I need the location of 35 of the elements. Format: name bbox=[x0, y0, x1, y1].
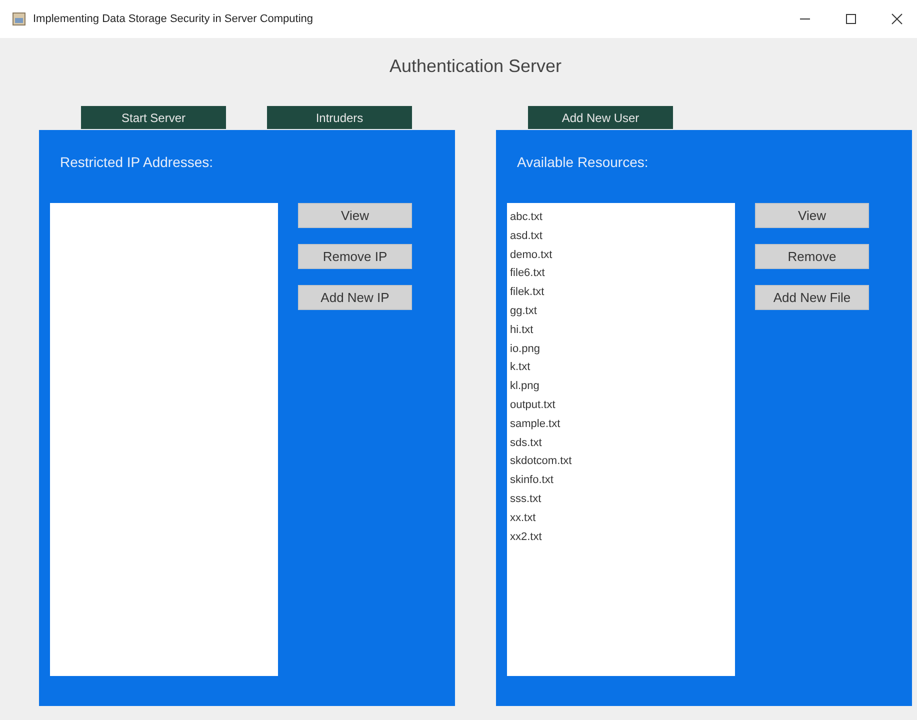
list-item[interactable]: skinfo.txt bbox=[510, 471, 732, 490]
list-box[interactable]: abc.txt asd.txt demo.txt file6.txt filek.txt gg.txt hi.txt io.png k.txt kl.png output.txt sample.txt sds.txt skdotcom.txt skinfo.txt sss.txt xx.txt xx2.txt bbox=[507, 203, 735, 676]
list-item[interactable]: gg.txt bbox=[510, 302, 732, 321]
page-heading: Authentication Server bbox=[388, 56, 563, 78]
list-item[interactable]: hi.txt bbox=[510, 320, 732, 340]
action-button[interactable]: View bbox=[755, 203, 869, 228]
list-item[interactable]: io.png bbox=[510, 340, 732, 358]
list-item[interactable]: xx.txt bbox=[510, 508, 732, 528]
list-item[interactable]: output.txt bbox=[510, 396, 732, 415]
list-item[interactable]: filek.txt bbox=[510, 283, 732, 302]
list-item[interactable]: demo.txt bbox=[510, 246, 732, 264]
toolbar-button[interactable]: Add New User bbox=[528, 106, 673, 129]
close-icon[interactable] bbox=[891, 13, 903, 25]
list-item[interactable]: sample.txt bbox=[510, 414, 732, 434]
panel-label: Restricted IP Addresses: bbox=[60, 154, 214, 172]
list-item[interactable]: kl.png bbox=[510, 377, 732, 396]
app-icon bbox=[12, 12, 26, 26]
list-item[interactable]: xx2.txt bbox=[510, 528, 732, 546]
action-button[interactable]: Remove bbox=[755, 244, 869, 269]
toolbar-button[interactable]: Intruders bbox=[267, 106, 412, 129]
action-button[interactable]: Add New IP bbox=[298, 285, 412, 310]
action-button[interactable]: Remove IP bbox=[298, 244, 412, 269]
window-title: Implementing Data Storage Security in Server Computing bbox=[33, 13, 314, 25]
list-item[interactable]: abc.txt bbox=[510, 208, 732, 227]
toolbar-button[interactable]: Start Server bbox=[81, 106, 226, 129]
action-button[interactable]: View bbox=[298, 203, 412, 228]
list-item[interactable]: sss.txt bbox=[510, 490, 732, 509]
maximize-icon[interactable] bbox=[845, 13, 857, 25]
panel-label: Available Resources: bbox=[517, 154, 650, 172]
list-item[interactable]: sds.txt bbox=[510, 434, 732, 452]
list-item[interactable]: file6.txt bbox=[510, 264, 732, 284]
action-button[interactable]: Add New File bbox=[755, 285, 869, 310]
list-item[interactable]: asd.txt bbox=[510, 226, 732, 246]
list-item[interactable]: skdotcom.txt bbox=[510, 452, 732, 472]
list-item[interactable]: k.txt bbox=[510, 358, 732, 378]
